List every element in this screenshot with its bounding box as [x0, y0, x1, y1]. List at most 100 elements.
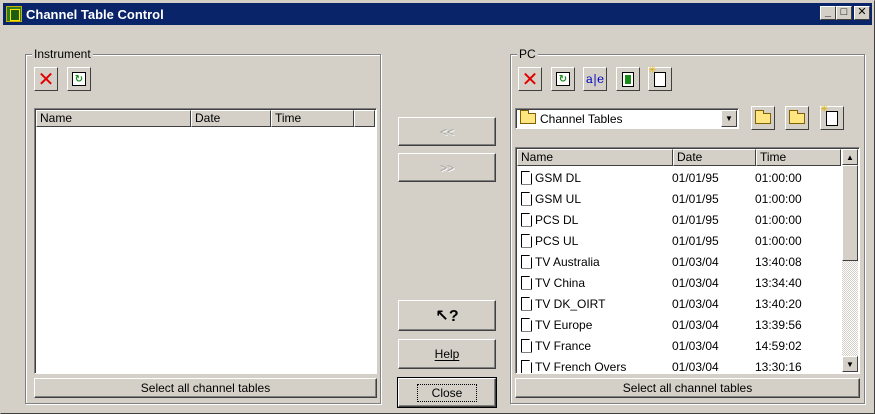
app-icon [6, 6, 22, 22]
scroll-up-button[interactable]: ▲ [842, 149, 858, 165]
refresh-icon: ↻ [556, 72, 570, 86]
scroll-thumb[interactable] [842, 165, 858, 261]
column-header-date[interactable]: Date [191, 110, 271, 127]
up-folder-button[interactable] [785, 106, 809, 130]
pc-rows: GSM DL 01/01/95 01:00:00 GSM UL 01/01/95 01:0… [517, 167, 832, 374]
file-icon [521, 170, 532, 185]
row-name: PCS DL [535, 212, 579, 227]
table-row[interactable]: GSM UL 01/01/95 01:00:00 [517, 188, 832, 209]
row-date: 01/01/95 [672, 212, 719, 227]
row-time: 01:00:00 [755, 191, 802, 206]
file-icon [521, 275, 532, 290]
pc-edit-button[interactable] [616, 67, 640, 91]
context-help-button[interactable]: ↖? [398, 300, 496, 331]
row-name: GSM DL [535, 170, 582, 185]
row-time: 14:59:02 [755, 338, 802, 353]
pc-delete-button[interactable]: ✕ [518, 67, 542, 91]
table-row[interactable]: PCS UL 01/01/95 01:00:00 [517, 230, 832, 251]
pc-list-scrollbar[interactable]: ▲ ▼ [842, 149, 858, 372]
row-date: 01/03/04 [672, 359, 719, 374]
column-header-time[interactable]: Time [756, 149, 841, 166]
window-title: Channel Table Control [26, 6, 164, 22]
table-row[interactable]: GSM DL 01/01/95 01:00:00 [517, 167, 832, 188]
table-row[interactable]: TV French Overs 01/03/04 13:30:16 [517, 356, 832, 374]
row-name: TV France [535, 338, 592, 353]
row-date: 01/01/95 [672, 233, 719, 248]
instrument-delete-button[interactable]: ✕ [34, 67, 58, 91]
file-icon [521, 338, 532, 353]
help-button[interactable]: Help [398, 339, 496, 369]
new-folder-icon [820, 104, 838, 126]
copy-to-instrument-button[interactable]: << [398, 117, 496, 146]
new-folder-button[interactable] [820, 104, 844, 130]
row-name: PCS UL [535, 233, 579, 248]
table-row[interactable]: PCS DL 01/01/95 01:00:00 [517, 209, 832, 230]
edit-table-icon [622, 71, 634, 87]
pc-rename-button[interactable]: a|e [583, 67, 607, 91]
close-button-label: Close [416, 383, 478, 402]
table-row[interactable]: TV China 01/03/04 13:34:40 [517, 272, 832, 293]
row-date: 01/03/04 [672, 275, 719, 290]
row-date: 01/03/04 [672, 296, 719, 311]
help-pointer-icon: ↖? [435, 307, 459, 325]
file-icon [521, 233, 532, 248]
chevron-down-icon[interactable]: ▼ [721, 110, 737, 127]
copy-to-pc-button[interactable]: >> [398, 153, 496, 182]
column-header-name[interactable]: Name [517, 149, 673, 166]
row-date: 01/03/04 [672, 254, 719, 269]
scroll-down-button[interactable]: ▼ [842, 356, 858, 372]
folder-icon [520, 110, 536, 124]
new-table-icon [648, 65, 666, 87]
folder-select[interactable]: Channel Tables ▼ [515, 108, 739, 129]
file-icon [521, 359, 532, 373]
close-window-button[interactable]: ✕ [854, 6, 870, 20]
row-date: 01/01/95 [672, 191, 719, 206]
file-icon [521, 317, 532, 332]
instrument-select-all-button[interactable]: Select all channel tables [34, 378, 377, 398]
open-folder-button[interactable] [751, 106, 775, 130]
refresh-icon: ↻ [72, 72, 86, 86]
row-time: 13:30:16 [755, 359, 802, 374]
pc-select-all-button[interactable]: Select all channel tables [515, 378, 860, 398]
folder-select-value: Channel Tables [540, 111, 623, 126]
column-header-date[interactable]: Date [673, 149, 756, 166]
table-row[interactable]: TV Europe 01/03/04 13:39:56 [517, 314, 832, 335]
column-header-name[interactable]: Name [36, 110, 191, 127]
file-icon [521, 254, 532, 269]
open-folder-icon [755, 109, 771, 124]
close-button[interactable]: Close [397, 377, 497, 408]
row-name: TV DK_OIRT [535, 296, 606, 311]
file-icon [521, 296, 532, 311]
row-name: TV Australia [535, 254, 600, 269]
channel-table-control-window: Channel Table Control _ □ ✕ Instrument ✕… [0, 0, 875, 414]
up-folder-icon [789, 109, 805, 124]
row-name: TV China [535, 275, 586, 290]
file-icon [521, 191, 532, 206]
pc-new-button[interactable] [648, 65, 672, 91]
pc-list-header: Name Date Time [517, 149, 841, 166]
row-date: 01/03/04 [672, 317, 719, 332]
table-row[interactable]: TV DK_OIRT 01/03/04 13:40:20 [517, 293, 832, 314]
instrument-table-list[interactable]: Name Date Time [34, 108, 377, 374]
delete-icon: ✕ [37, 67, 55, 91]
instrument-group: Instrument ✕ ↻ Name Date Time Select all… [25, 47, 381, 404]
instrument-refresh-button[interactable]: ↻ [67, 67, 91, 91]
row-time: 01:00:00 [755, 233, 802, 248]
delete-icon: ✕ [521, 67, 539, 91]
table-row[interactable]: TV Australia 01/03/04 13:40:08 [517, 251, 832, 272]
row-time: 13:40:08 [755, 254, 802, 269]
minimize-button[interactable]: _ [820, 6, 836, 20]
table-row[interactable]: TV France 01/03/04 14:59:02 [517, 335, 832, 356]
title-bar[interactable]: Channel Table Control _ □ ✕ [3, 3, 872, 25]
pc-group: PC ✕ ↻ a|e Channel Tables ▼ [510, 47, 865, 404]
row-time: 01:00:00 [755, 212, 802, 227]
maximize-button[interactable]: □ [836, 6, 852, 20]
column-header-filler [354, 110, 375, 127]
pc-refresh-button[interactable]: ↻ [551, 67, 575, 91]
pc-table-list[interactable]: Name Date Time GSM DL 01/01/95 01:00:00 GSM… [515, 147, 860, 374]
instrument-group-label: Instrument [32, 47, 93, 61]
row-name: GSM UL [535, 191, 582, 206]
row-time: 13:39:56 [755, 317, 802, 332]
row-time: 13:34:40 [755, 275, 802, 290]
column-header-time[interactable]: Time [271, 110, 354, 127]
